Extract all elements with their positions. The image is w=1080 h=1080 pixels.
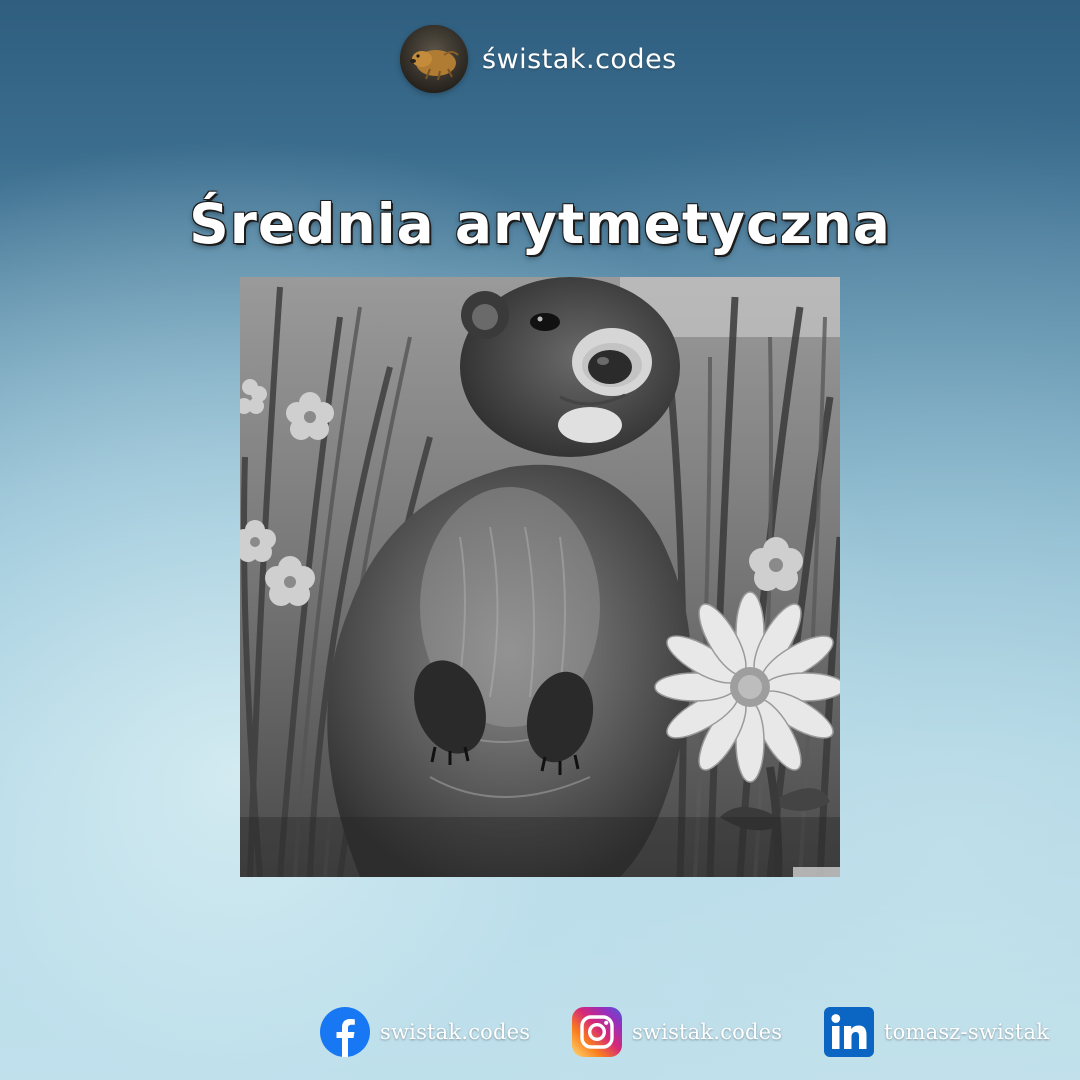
linkedin-icon xyxy=(824,1007,874,1057)
marmot-painting-illustration xyxy=(240,277,840,877)
facebook-handle: swistak.codes xyxy=(380,1020,531,1044)
social-facebook[interactable]: swistak.codes xyxy=(320,1006,530,1058)
social-instagram[interactable]: swistak.codes xyxy=(572,1006,782,1058)
brand-name: świstak.codes xyxy=(482,43,677,75)
social-linkedin[interactable]: tomasz-swistak xyxy=(824,1006,1049,1058)
brand-header[interactable]: świstak.codes xyxy=(400,24,677,94)
marmot-logo-icon xyxy=(400,25,468,93)
instagram-handle: swistak.codes xyxy=(632,1020,783,1044)
page-title: Średnia arytmetyczna xyxy=(189,192,891,256)
facebook-icon xyxy=(320,1007,370,1057)
instagram-icon xyxy=(572,1007,622,1057)
linkedin-handle: tomasz-swistak xyxy=(884,1020,1050,1044)
